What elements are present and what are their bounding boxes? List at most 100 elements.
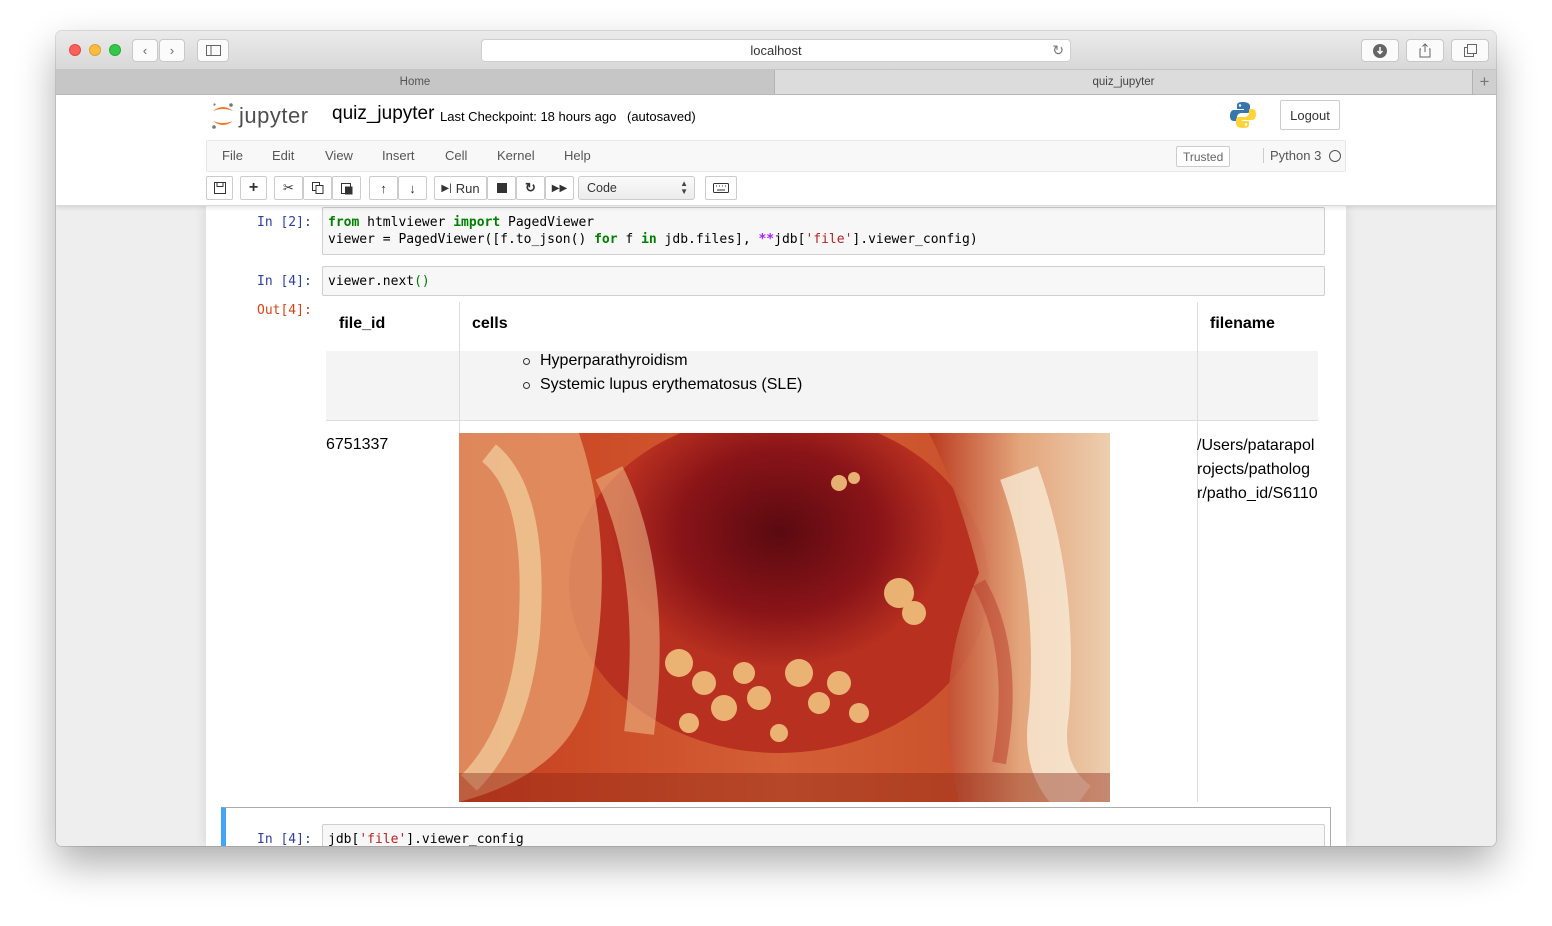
copy-button[interactable] — [303, 176, 332, 200]
filename-line: r/patho_id/S6110 — [1197, 485, 1318, 502]
arrow-up-icon: ↑ — [380, 180, 387, 196]
table-row-previous — [326, 351, 1318, 421]
checkpoint-status: Last Checkpoint: 18 hours ago — [440, 109, 617, 124]
notebook-name[interactable]: quiz_jupyter — [332, 103, 434, 125]
logout-button[interactable]: Logout — [1280, 100, 1340, 130]
insert-cell-button[interactable]: + — [240, 176, 267, 200]
keyboard-icon — [713, 183, 729, 193]
save-icon — [213, 182, 226, 194]
paste-icon — [340, 182, 352, 194]
trusted-indicator[interactable]: Trusted — [1176, 146, 1231, 167]
interrupt-button[interactable] — [487, 176, 516, 200]
browser-window: ‹ › localhost ↻ Home quiz_jupyter + jupy… — [56, 31, 1496, 846]
code-cell-3-input[interactable]: jdb['file'].viewer_config — [322, 824, 1325, 846]
menu-file[interactable]: File — [222, 148, 243, 163]
chevron-left-icon: ‹ — [142, 43, 148, 58]
select-arrows-icon: ▲ ▼ — [680, 179, 688, 196]
menubar: File Edit View Insert Cell Kernel Help T… — [206, 140, 1346, 172]
stop-icon — [496, 183, 507, 193]
tab-home-label: Home — [399, 76, 431, 88]
refresh-icon: ↻ — [525, 180, 536, 195]
menu-edit[interactable]: Edit — [272, 148, 294, 163]
cell-1-prompt: In [2]: — [257, 215, 312, 230]
url-text: localhost — [750, 43, 802, 58]
restart-button[interactable]: ↻ — [516, 176, 545, 200]
cut-button[interactable]: ✂ — [274, 176, 303, 200]
arrow-down-icon: ↓ — [409, 180, 416, 196]
kernel-status-icon — [1329, 150, 1341, 162]
kernel-name: Python 3 — [1263, 148, 1321, 163]
step-forward-icon: ▶| — [441, 182, 452, 194]
close-window-button[interactable] — [69, 44, 81, 56]
save-button[interactable] — [206, 176, 233, 200]
jupyter-logo-text: jupyter — [239, 103, 309, 128]
notebook-container: In [2]: from htmlviewer import PagedView… — [206, 206, 1346, 846]
filename-line: rojects/patholog — [1197, 461, 1310, 478]
fast-forward-icon: ▶▶ — [551, 182, 568, 194]
tabs-icon — [1463, 44, 1477, 57]
copy-icon — [311, 182, 323, 194]
jupyter-header: jupyter quiz_jupyter Last Checkpoint: 18… — [56, 95, 1496, 206]
browser-titlebar: ‹ › localhost ↻ — [56, 31, 1496, 70]
minimize-window-button[interactable] — [89, 44, 101, 56]
move-down-button[interactable]: ↓ — [398, 176, 427, 200]
share-icon — [1419, 43, 1431, 58]
plus-icon: + — [1479, 72, 1490, 91]
paste-button[interactable] — [332, 176, 361, 200]
cells-bullet-list: Hyperparathyroidism Systemic lupus eryth… — [522, 349, 802, 397]
filename-line: /Users/patarapol — [1197, 437, 1315, 454]
run-label: Run — [455, 180, 480, 196]
reload-icon[interactable]: ↻ — [1052, 42, 1064, 59]
menu-view[interactable]: View — [325, 148, 353, 163]
python-logo-icon — [1230, 102, 1256, 128]
menu-insert[interactable]: Insert — [382, 148, 415, 163]
cell-2-out-prompt: Out[4]: — [257, 303, 312, 318]
maximize-window-button[interactable] — [109, 44, 121, 56]
cell-type-value: Code — [587, 181, 617, 195]
jupyter-logo[interactable]: jupyter — [211, 101, 309, 131]
download-icon — [1373, 43, 1387, 58]
pathology-specimen-image — [459, 433, 1110, 802]
tabs-overview-button[interactable] — [1451, 39, 1489, 62]
menu-cell[interactable]: Cell — [445, 148, 467, 163]
cell-type-select[interactable]: Code ▲ ▼ — [578, 176, 695, 200]
forward-button[interactable]: › — [159, 39, 185, 62]
run-button[interactable]: ▶| Run — [434, 176, 487, 200]
list-item: Hyperparathyroidism — [522, 349, 802, 373]
cell-2-prompt: In [4]: — [257, 274, 312, 289]
address-bar[interactable]: localhost ↻ — [481, 39, 1071, 62]
downloads-button[interactable] — [1361, 39, 1399, 62]
column-header-file-id: file_id — [339, 315, 386, 332]
tab-home[interactable]: Home — [56, 70, 775, 94]
restart-run-all-button[interactable]: ▶▶ — [545, 176, 574, 200]
plus-icon: + — [248, 179, 259, 196]
chevron-right-icon: › — [169, 43, 175, 58]
move-up-button[interactable]: ↑ — [369, 176, 398, 200]
file-id-cell: 6751337 — [326, 436, 389, 453]
sidebar-toggle-button[interactable] — [197, 39, 229, 62]
cell-2-output: file_id cells filename Hyperparathyroidi… — [326, 302, 1318, 802]
command-palette-button[interactable] — [705, 176, 737, 200]
scissors-icon: ✂ — [283, 180, 294, 195]
list-item: Systemic lupus erythematosus (SLE) — [522, 373, 802, 397]
code-cell-1-input[interactable]: from htmlviewer import PagedViewer viewe… — [322, 207, 1325, 255]
browser-tabbar: Home quiz_jupyter + — [56, 70, 1496, 95]
table-header: file_id cells filename — [326, 302, 1318, 351]
menu-kernel[interactable]: Kernel — [497, 148, 535, 163]
autosave-status: (autosaved) — [627, 109, 696, 124]
cell-3-prompt: In [4]: — [257, 832, 312, 846]
menu-help[interactable]: Help — [564, 148, 591, 163]
sidebar-icon — [205, 45, 221, 56]
column-divider — [1197, 302, 1198, 802]
tab-quiz-jupyter[interactable]: quiz_jupyter — [775, 70, 1472, 94]
share-button[interactable] — [1406, 39, 1444, 62]
code-cell-2-input[interactable]: viewer.next() — [322, 266, 1325, 296]
column-header-filename: filename — [1210, 315, 1275, 332]
back-button[interactable]: ‹ — [132, 39, 158, 62]
new-tab-button[interactable]: + — [1472, 70, 1496, 94]
filename-cell: /Users/patarapol rojects/patholog r/path… — [1197, 434, 1318, 506]
jupyter-page: jupyter quiz_jupyter Last Checkpoint: 18… — [56, 95, 1496, 846]
jupyter-logo-icon — [212, 103, 233, 129]
column-header-cells: cells — [472, 315, 508, 332]
tab-quiz-jupyter-label: quiz_jupyter — [1092, 76, 1155, 88]
